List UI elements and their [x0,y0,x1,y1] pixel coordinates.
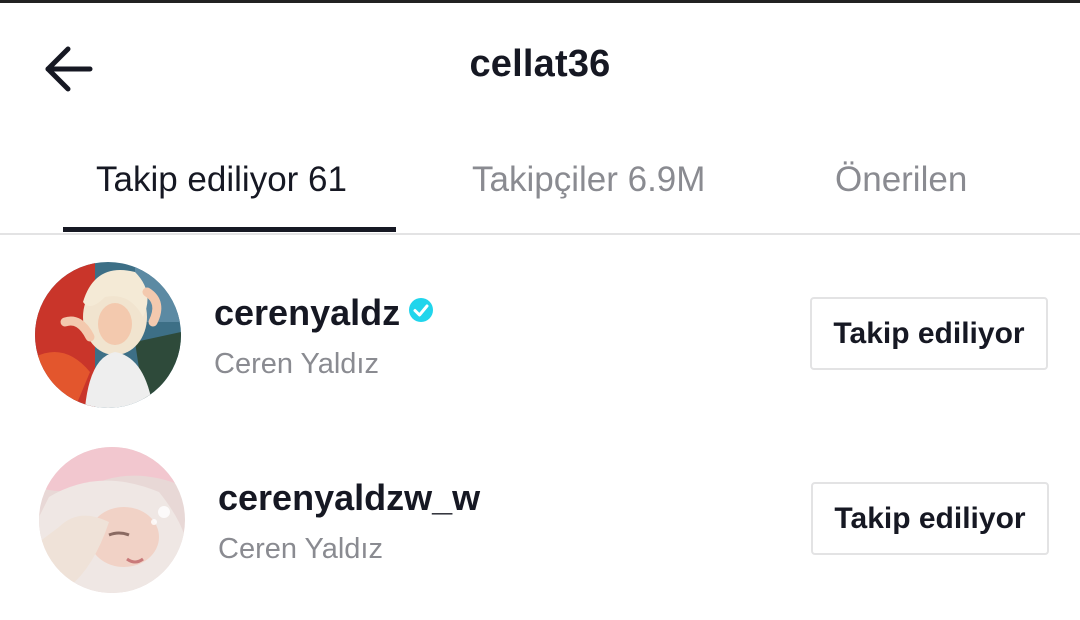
avatar[interactable] [39,447,185,593]
following-button[interactable]: Takip ediliyor [810,297,1048,370]
username[interactable]: cerenyaldzw_w [218,477,480,519]
following-button[interactable]: Takip ediliyor [811,482,1049,555]
header: cellat36 [0,3,1080,123]
list-item[interactable]: cerenyaldz Ceren Yaldız Takip ediliyor [0,255,1080,415]
avatar[interactable] [35,262,181,408]
tab-followers[interactable]: Takipçiler 6.9M [472,154,705,206]
username[interactable]: cerenyaldz [214,292,434,334]
page-title: cellat36 [469,43,611,85]
username-text: cerenyaldz [214,292,401,333]
tab-bar: Takip ediliyor 61 Takipçiler 6.9M Öneril… [0,150,1080,234]
list-item[interactable]: cerenyaldzw_w Ceren Yaldız Takip ediliyo… [0,440,1080,600]
active-tab-indicator [63,227,396,232]
display-name: Ceren Yaldız [218,533,383,565]
tab-following[interactable]: Takip ediliyor 61 [96,154,347,206]
display-name: Ceren Yaldız [214,348,379,380]
tab-suggested[interactable]: Önerilen [835,154,967,206]
verified-badge-icon [409,298,434,322]
tab-divider [0,233,1080,235]
